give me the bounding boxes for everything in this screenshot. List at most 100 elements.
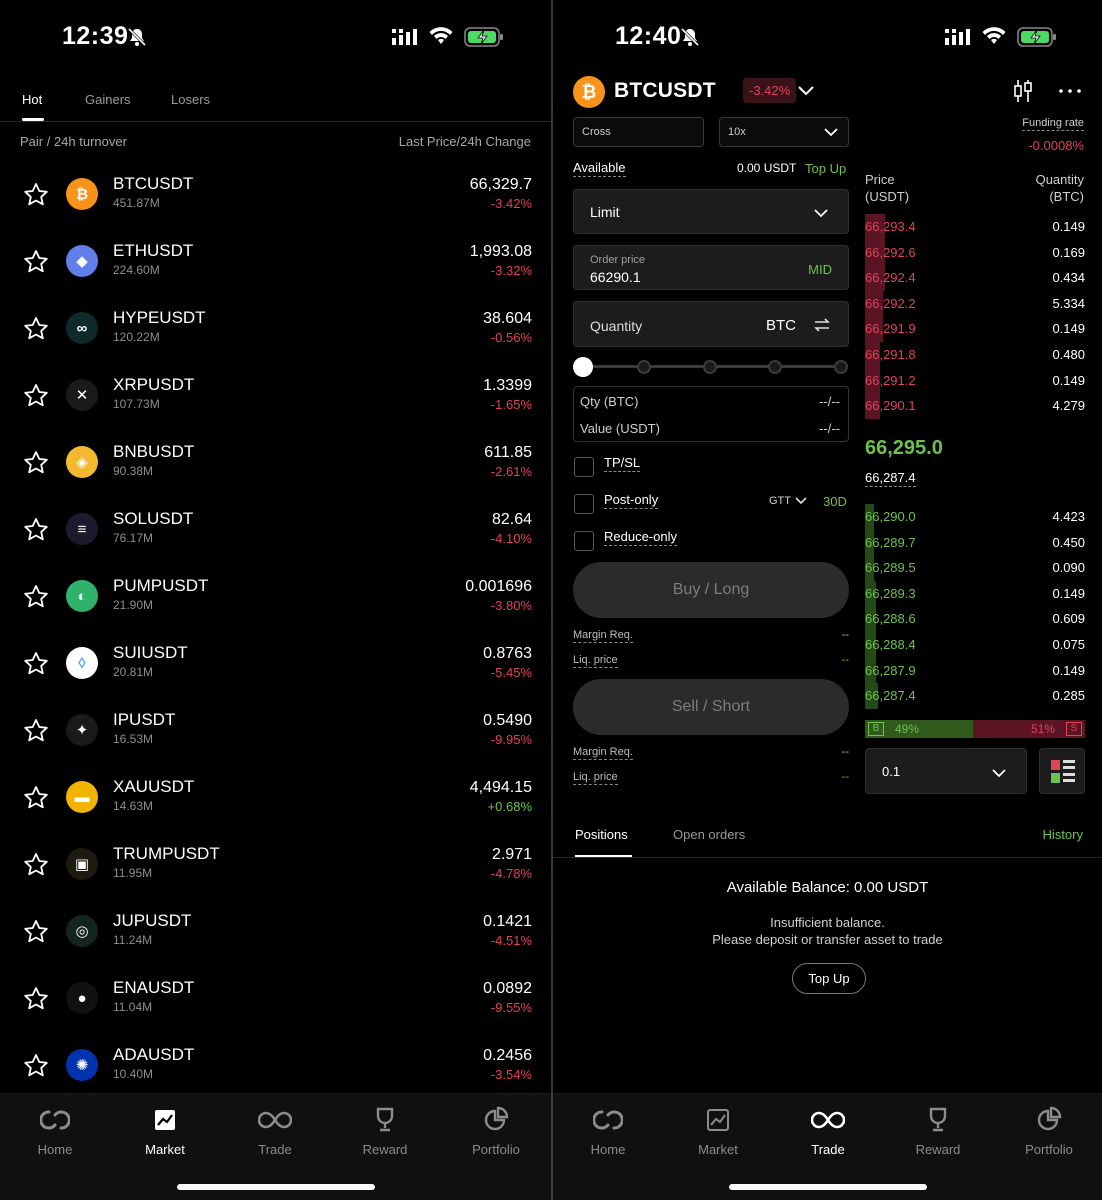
xrp-icon: ✕	[66, 379, 98, 411]
favorite-star-icon[interactable]	[22, 516, 50, 549]
solana-icon: ≡	[66, 513, 98, 545]
market-row[interactable]: ▣ TRUMPUSDT 11.95M 2.971 -4.78%	[0, 837, 551, 904]
battery-charging-icon	[1017, 27, 1057, 52]
favorite-star-icon[interactable]	[22, 784, 50, 817]
pair-symbol: ENAUSDT	[113, 978, 195, 997]
pair-symbol: XAUUSDT	[113, 777, 195, 796]
market-row[interactable]: ₿ BTCUSDT 451.87M 66,329.7 -3.42%	[0, 167, 551, 234]
pair-symbol: SUIUSDT	[113, 643, 188, 662]
pair-turnover: 224.60M	[113, 263, 160, 277]
favorite-star-icon[interactable]	[22, 315, 50, 348]
favorite-star-icon[interactable]	[22, 851, 50, 884]
bitcoin-icon: ₿	[66, 178, 98, 210]
pair-turnover: 76.17M	[113, 531, 154, 545]
market-row[interactable]: ∞ HYPEUSDT 120.22M 38.604 -0.56%	[0, 301, 551, 368]
last-price: 38.604	[483, 310, 532, 327]
market-row[interactable]: ◈ BNBUSDT 90.38M 611.85 -2.61%	[0, 435, 551, 502]
market-row[interactable]: ◐ PUMPUSDT 21.90M 0.001696 -3.80%	[0, 569, 551, 636]
favorite-star-icon[interactable]	[22, 181, 50, 214]
pair-turnover: 11.04M	[113, 1000, 153, 1014]
top-up-button[interactable]: Top Up	[792, 963, 866, 994]
cardano-icon: ✺	[66, 1049, 98, 1081]
favorite-star-icon[interactable]	[22, 918, 50, 951]
favorite-star-icon[interactable]	[22, 717, 50, 750]
favorite-star-icon[interactable]	[22, 583, 50, 616]
nav-home[interactable]: Home	[5, 1106, 105, 1157]
pair-turnover: 11.24M	[113, 933, 153, 947]
tab-gainers[interactable]: Gainers	[85, 92, 131, 107]
nav-home-label: Home	[37, 1142, 73, 1157]
pair-turnover: 10.40M	[113, 1067, 154, 1081]
jupiter-icon: ◎	[66, 915, 98, 947]
market-row[interactable]: ✕ XRPUSDT 107.73M 1.3399 -1.65%	[0, 368, 551, 435]
last-price: 0.001696	[465, 578, 532, 595]
favorite-star-icon[interactable]	[22, 449, 50, 482]
nav-portfolio-label: Portfolio	[472, 1142, 520, 1157]
market-row[interactable]: ✦ IPUSDT 16.53M 0.5490 -9.95%	[0, 703, 551, 770]
market-row[interactable]: ◆ ETHUSDT 224.60M 1,993.08 -3.32%	[0, 234, 551, 301]
favorite-star-icon[interactable]	[22, 1052, 50, 1085]
nav-portfolio[interactable]: Portfolio	[446, 1106, 546, 1157]
favorite-star-icon[interactable]	[22, 248, 50, 281]
last-price: 611.85	[484, 444, 532, 461]
favorite-star-icon[interactable]	[22, 650, 50, 683]
pair-turnover: 21.90M	[113, 598, 154, 612]
last-price: 0.8763	[483, 645, 532, 662]
tab-losers[interactable]: Losers	[171, 92, 210, 107]
market-row[interactable]: ≡ SOLUSDT 76.17M 82.64 -4.10%	[0, 502, 551, 569]
pair-turnover: 451.87M	[113, 196, 160, 210]
battery-charging-icon	[464, 27, 504, 52]
cellular-signal-icon	[945, 29, 971, 50]
nav-trade[interactable]: Trade	[225, 1106, 325, 1157]
price-change: -9.55%	[490, 1000, 532, 1015]
column-header-price[interactable]: Last Price/24h Change	[399, 134, 531, 149]
market-row[interactable]: ◊ SUIUSDT 20.81M 0.8763 -5.45%	[0, 636, 551, 703]
market-row[interactable]: ◎ JUPUSDT 11.24M 0.1421 -4.51%	[0, 904, 551, 971]
price-change: -4.78%	[490, 866, 532, 881]
trade-screen: 12:40	[553, 0, 1102, 1200]
last-price: 0.0892	[483, 980, 532, 997]
home-logo-icon	[40, 1110, 70, 1130]
pair-turnover: 20.81M	[113, 665, 154, 679]
bottom-nav: Home Market Trade Reward Portfolio	[0, 1093, 551, 1200]
favorite-star-icon[interactable]	[22, 985, 50, 1018]
nav-market-label: Market	[145, 1142, 185, 1157]
status-time: 12:40	[615, 22, 682, 50]
price-change: -3.32%	[490, 263, 532, 278]
nav-reward-label: Reward	[362, 1142, 408, 1157]
last-price: 2.971	[491, 846, 532, 863]
cellular-signal-icon	[392, 29, 418, 50]
pair-symbol: ETHUSDT	[113, 241, 194, 260]
price-change: -1.65%	[490, 397, 532, 412]
pair-symbol: BTCUSDT	[113, 174, 194, 193]
tab-hot[interactable]: Hot	[22, 92, 42, 107]
price-change: -2.61%	[490, 464, 532, 479]
price-change: -0.56%	[490, 330, 532, 345]
last-price: 66,329.7	[469, 176, 532, 193]
bell-mute-icon	[126, 26, 148, 53]
pair-turnover: 90.38M	[113, 464, 154, 478]
market-row[interactable]: ● ENAUSDT 11.04M 0.0892 -9.55%	[0, 971, 551, 1038]
market-row[interactable]: ▬ XAUUSDT 14.63M 4,494.15 +0.68%	[0, 770, 551, 837]
market-chart-icon	[155, 1110, 175, 1130]
pair-symbol: IPUSDT	[113, 710, 176, 729]
price-change: -4.10%	[490, 531, 532, 546]
favorite-star-icon[interactable]	[22, 382, 50, 415]
gold-icon: ▬	[66, 781, 98, 813]
hype-icon: ∞	[66, 312, 98, 344]
pair-turnover: 14.63M	[113, 799, 154, 813]
price-change: -3.54%	[490, 1067, 532, 1082]
nav-reward[interactable]: Reward	[335, 1106, 435, 1157]
ena-icon: ●	[66, 982, 98, 1014]
home-indicator	[176, 1184, 375, 1190]
sui-icon: ◊	[66, 647, 98, 679]
price-change: +0.68%	[487, 799, 532, 814]
status-time: 12:39	[62, 22, 129, 50]
last-price: 0.1421	[483, 913, 532, 930]
pair-symbol: SOLUSDT	[113, 509, 194, 528]
nav-market[interactable]: Market	[115, 1106, 215, 1157]
column-header-pair[interactable]: Pair / 24h turnover	[20, 134, 127, 149]
pump-icon: ◐	[66, 580, 98, 612]
trade-loop-icon	[258, 1111, 292, 1129]
nav-trade-label: Trade	[258, 1142, 292, 1157]
